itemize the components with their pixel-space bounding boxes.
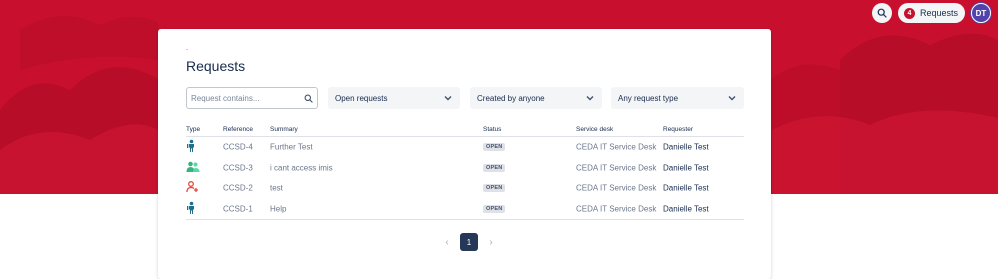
requester-name: Danielle Test (663, 163, 709, 173)
user-avatar[interactable]: DT (971, 3, 991, 23)
table-bottom-border (186, 219, 744, 220)
request-search-box[interactable] (186, 87, 318, 109)
request-summary-link[interactable]: test (270, 184, 283, 193)
chevron-down-icon (444, 96, 452, 101)
chevron-down-icon (728, 96, 736, 101)
request-summary-link[interactable]: Help (270, 204, 286, 213)
column-header-status[interactable]: Status (483, 126, 501, 133)
table-row[interactable]: CCSD-4 Further Test OPEN CEDA IT Service… (186, 137, 744, 158)
requester-name: Danielle Test (663, 204, 709, 214)
status-badge: OPEN (483, 204, 506, 213)
search-button[interactable] (871, 3, 892, 23)
column-header-service-desk[interactable]: Service desk (576, 126, 613, 133)
search-icon (877, 8, 887, 18)
chevron-right-icon[interactable]: › (486, 237, 496, 248)
requester-name: Danielle Test (663, 142, 709, 152)
request-reference-link[interactable]: CCSD-4 (223, 143, 253, 152)
top-bar: 4 Requests DT (871, 3, 991, 23)
requests-button-label: Requests (919, 8, 958, 18)
status-badge: OPEN (483, 143, 506, 152)
page-button-current[interactable]: 1 (460, 233, 478, 251)
service-desk-name: CEDA IT Service Desk (576, 183, 657, 193)
service-desk-name: CEDA IT Service Desk (576, 163, 657, 173)
breadcrumb[interactable]: . (186, 45, 188, 52)
column-header-type[interactable]: Type (186, 126, 200, 133)
request-reference-link[interactable]: CCSD-1 (223, 204, 253, 213)
service-desk-name: CEDA IT Service Desk (576, 142, 657, 152)
search-icon (304, 94, 313, 103)
requester-name: Danielle Test (663, 183, 709, 193)
request-summary-link[interactable]: i cant access imis (270, 163, 333, 172)
request-reference-link[interactable]: CCSD-3 (223, 163, 253, 172)
pagination: ‹ 1 › (442, 233, 496, 251)
table-header: Type Reference Summary Status Service de… (186, 125, 744, 137)
table-row[interactable]: CCSD-2 test OPEN CEDA IT Service Desk Da… (186, 178, 744, 199)
chevron-left-icon[interactable]: ‹ (442, 237, 452, 248)
status-filter-dropdown[interactable]: Open requests (328, 87, 460, 109)
requests-button[interactable]: 4 Requests (897, 3, 965, 23)
chevron-down-icon (586, 96, 594, 101)
requests-card: . Requests Open requests Created by anyo… (158, 29, 771, 279)
status-filter-value: Open requests (335, 93, 388, 103)
request-type-filter-value: Any request type (618, 93, 679, 103)
person-standing-icon (186, 139, 197, 155)
table-row[interactable]: CCSD-3 i cant access imis OPEN CEDA IT S… (186, 158, 744, 179)
service-desk-name: CEDA IT Service Desk (576, 204, 657, 214)
people-icon (186, 161, 200, 175)
requests-count-badge: 4 (903, 7, 915, 19)
status-badge: OPEN (483, 184, 506, 193)
column-header-summary[interactable]: Summary (270, 126, 298, 133)
created-by-filter-dropdown[interactable]: Created by anyone (470, 87, 602, 109)
table-row[interactable]: CCSD-1 Help OPEN CEDA IT Service Desk Da… (186, 199, 744, 220)
column-header-reference[interactable]: Reference (223, 126, 253, 133)
request-summary-link[interactable]: Further Test (270, 143, 313, 152)
request-reference-link[interactable]: CCSD-2 (223, 184, 253, 193)
add-user-icon (186, 181, 199, 195)
page-title: Requests (186, 58, 246, 74)
request-search-input[interactable] (191, 93, 304, 103)
requests-table: Type Reference Summary Status Service de… (186, 125, 744, 220)
person-standing-icon (186, 201, 197, 216)
column-header-requester[interactable]: Requester (663, 126, 693, 133)
created-by-filter-value: Created by anyone (477, 93, 545, 103)
request-type-filter-dropdown[interactable]: Any request type (611, 87, 744, 109)
status-badge: OPEN (483, 163, 506, 172)
